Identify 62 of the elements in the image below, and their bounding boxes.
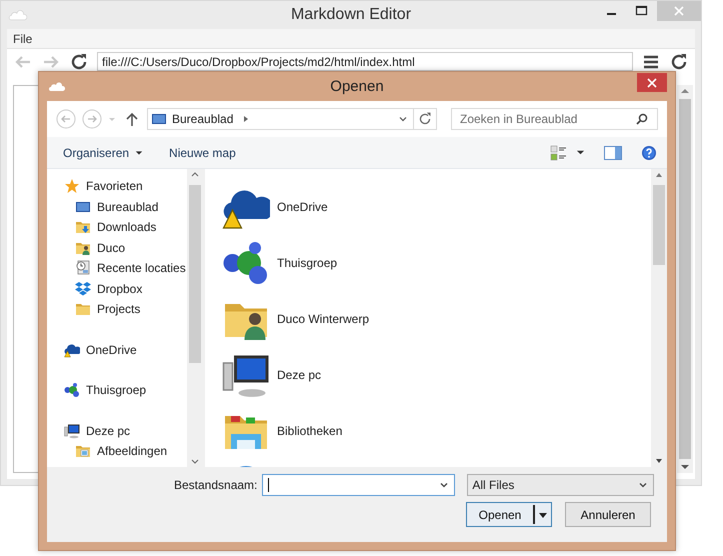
nav-item[interactable]: OneDrive bbox=[47, 340, 187, 360]
nav-item[interactable]: Afbeeldingen bbox=[47, 441, 187, 462]
picture-folder-icon bbox=[75, 443, 91, 460]
location-bar[interactable]: Bureaublad bbox=[147, 108, 437, 130]
split-button[interactable]: Openen bbox=[466, 502, 552, 527]
chevron-down-icon[interactable] bbox=[439, 480, 450, 490]
search-field[interactable]: Zoeken in Bureaublad bbox=[451, 108, 658, 130]
close-icon[interactable] bbox=[637, 73, 667, 92]
caret-icon bbox=[135, 148, 144, 156]
computer-icon bbox=[64, 422, 80, 439]
chevron-down-icon bbox=[638, 480, 648, 490]
scroll-thumb[interactable] bbox=[189, 185, 201, 363]
nav-item[interactable]: Dropbox bbox=[47, 278, 187, 299]
reload-icon[interactable] bbox=[669, 52, 689, 72]
nav-item[interactable]: Favorieten bbox=[47, 176, 187, 196]
download-folder-icon bbox=[75, 219, 91, 236]
nav-item[interactable]: Downloads bbox=[47, 217, 187, 238]
cloud-icon bbox=[9, 10, 27, 20]
up-arrow-icon[interactable] bbox=[125, 111, 139, 127]
scroll-thumb[interactable] bbox=[653, 185, 665, 265]
location-item[interactable]: Thuisgroep bbox=[222, 235, 422, 291]
caret-icon[interactable] bbox=[576, 148, 585, 157]
star-icon bbox=[64, 178, 80, 194]
location-item[interactable]: Bibliotheken bbox=[222, 403, 422, 459]
spheres-icon bbox=[222, 239, 270, 287]
file-type-dropdown[interactable]: All Files bbox=[467, 474, 654, 496]
cloud-icon bbox=[49, 82, 65, 92]
search-icon[interactable] bbox=[635, 112, 649, 126]
window-title: Markdown Editor bbox=[290, 6, 412, 24]
nav-item[interactable]: Projects bbox=[47, 299, 187, 320]
toolbar-button[interactable]: Nieuwe map bbox=[161, 142, 244, 162]
spheres-icon bbox=[64, 382, 80, 398]
menu-item[interactable]: File bbox=[7, 32, 38, 46]
nav-item[interactable]: Recente locaties bbox=[47, 258, 187, 278]
nav-item[interactable]: Duco bbox=[47, 238, 187, 258]
address-field[interactable]: file:///C:/Users/Duco/Dropbox/Projects/md2/html/index.html bbox=[97, 52, 633, 71]
scrollbar[interactable] bbox=[651, 169, 667, 467]
toolbar-button[interactable]: Organiseren bbox=[55, 142, 152, 162]
box-icon bbox=[75, 280, 91, 297]
file-name-field[interactable] bbox=[262, 474, 456, 496]
nav-item[interactable]: Deze pc bbox=[47, 420, 187, 441]
folder-icon bbox=[75, 301, 91, 318]
dialog-title: Openen bbox=[330, 78, 384, 95]
help-icon[interactable] bbox=[641, 144, 657, 160]
location-item[interactable]: Deze pc bbox=[222, 347, 422, 403]
scrollbar[interactable] bbox=[187, 169, 203, 467]
nav-item[interactable]: Thuisgroep bbox=[47, 380, 187, 400]
chevron-down-icon[interactable] bbox=[398, 114, 408, 124]
preview-pane-icon[interactable] bbox=[603, 144, 623, 160]
scroll-thumb[interactable] bbox=[679, 99, 691, 459]
scrollbar[interactable] bbox=[677, 85, 693, 473]
file-name-label: Bestandsnaam: bbox=[174, 478, 258, 492]
chevron-right-icon[interactable] bbox=[242, 114, 250, 124]
cloud-warning-icon bbox=[64, 342, 80, 358]
reload-icon[interactable] bbox=[69, 52, 89, 72]
nav-item[interactable]: Bureaublad bbox=[47, 196, 187, 217]
location-item[interactable]: Duco Winterwerp bbox=[222, 291, 422, 347]
location-text[interactable]: Bureaublad bbox=[172, 112, 234, 126]
clock-document-icon bbox=[75, 260, 91, 276]
button[interactable]: Annuleren bbox=[565, 502, 651, 527]
monitor-icon bbox=[151, 111, 167, 127]
location-item[interactable]: OneDrive bbox=[222, 179, 422, 235]
